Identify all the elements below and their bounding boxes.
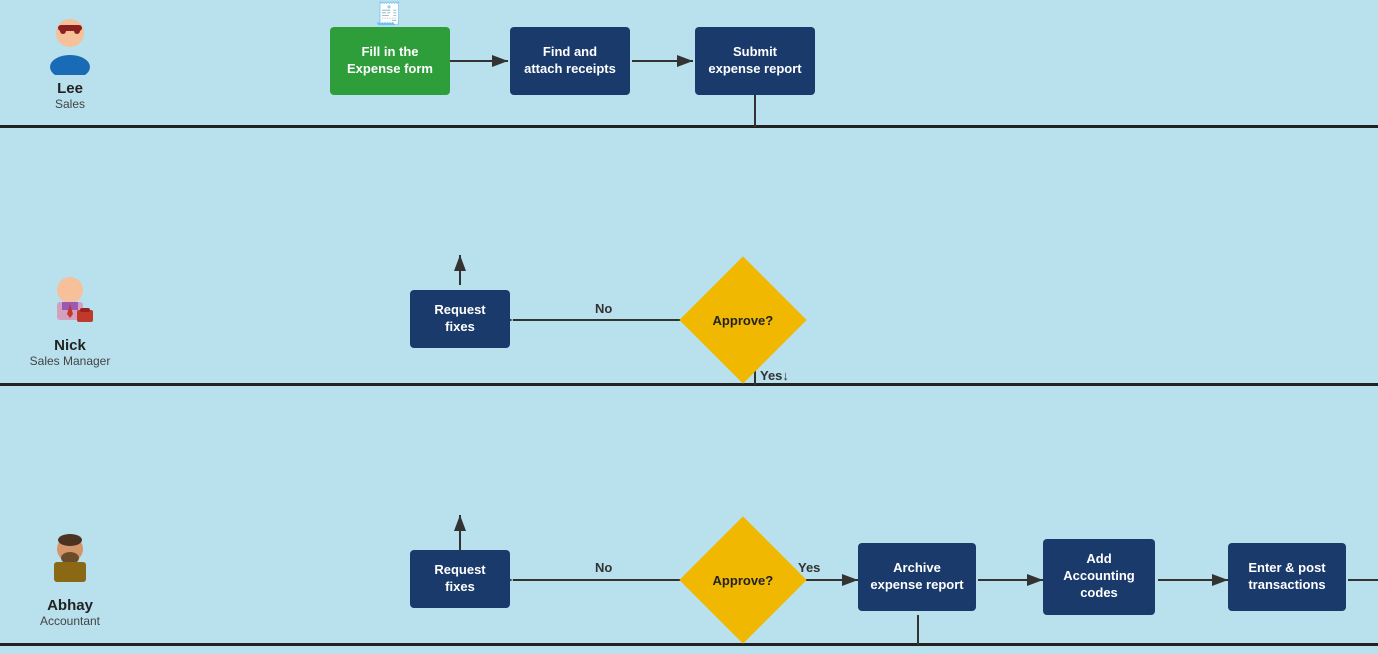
submit-expense-report-label: Submitexpense report [708,44,801,78]
approve-diamond-2: Approve? [698,535,788,625]
request-fixes-1-box: Requestfixes [410,290,510,348]
svg-text:Yes↓: Yes↓ [760,368,789,383]
archive-expense-box: Archiveexpense report [858,543,976,611]
add-accounting-codes-box: AddAccountingcodes [1043,539,1155,615]
enter-post-box: Enter & posttransactions [1228,543,1346,611]
request-fixes-2-label: Requestfixes [434,562,485,596]
find-attach-receipts-label: Find andattach receipts [524,44,616,78]
person-name-nick: Nick [54,337,86,354]
fill-expense-form-label: Fill in theExpense form [347,44,433,78]
request-fixes-2-box: Requestfixes [410,550,510,608]
avatar-lee [40,15,100,75]
avatar-abhay [40,532,100,592]
lane-header-abhay: Abhay Accountant [0,522,140,638]
lane-abhay: Abhay Accountant No Yes [0,516,1378,646]
archive-expense-label: Archiveexpense report [870,560,963,594]
fill-expense-form-box: Fill in theExpense form [330,27,450,95]
avatar-nick [40,272,100,332]
person-name-abhay: Abhay [47,597,93,614]
lane-header-nick: Nick Sales Manager [0,262,140,378]
person-role-nick: Sales Manager [30,354,111,368]
find-attach-receipts-box: Find andattach receipts [510,27,630,95]
enter-post-label: Enter & posttransactions [1248,560,1325,594]
lane-lee: Lee Sales 🧾 Fill in theExpense form [0,0,1378,128]
request-fixes-1-label: Requestfixes [434,302,485,336]
svg-text:No: No [595,560,612,575]
person-role-lee: Sales [55,97,85,111]
approve-diamond-1: Approve? [698,275,788,365]
receipt-icon: 🧾 [375,1,402,27]
person-role-abhay: Accountant [40,614,100,628]
svg-text:Yes: Yes [798,560,820,575]
lane1-content: 🧾 Fill in theExpense form [140,0,1378,127]
lane3-content: No Yes Requestfixes [140,515,1378,645]
lane-nick: Nick Sales Manager No Yes↓ [0,256,1378,386]
lane-header-lee: Lee Sales [0,5,140,121]
submit-expense-report-box: Submitexpense report [695,27,815,95]
lane2-content: No Yes↓ Requestfixes Approve? [140,255,1378,385]
person-name-lee: Lee [57,80,83,97]
svg-text:No: No [595,301,612,316]
add-accounting-codes-label: AddAccountingcodes [1063,551,1135,602]
